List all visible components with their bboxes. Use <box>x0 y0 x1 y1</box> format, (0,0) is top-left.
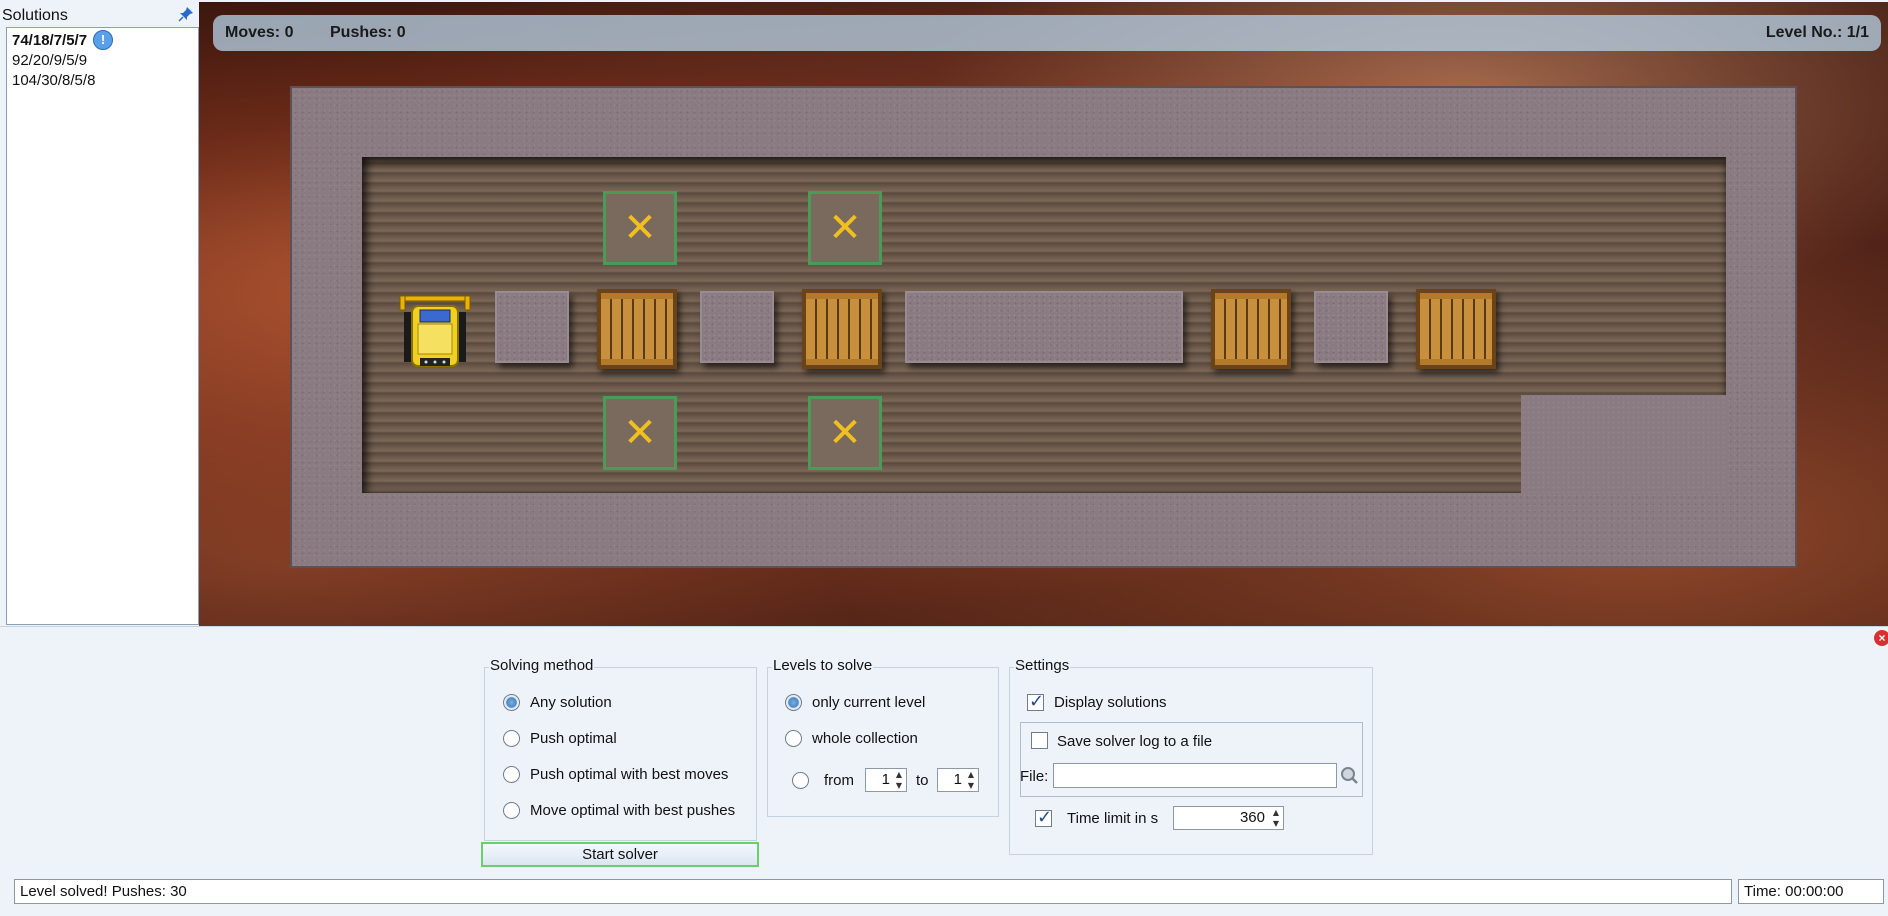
hud-bar: Moves: 0 Pushes: 0 Level No.: 1/1 <box>213 15 1881 51</box>
file-label: File: <box>1020 768 1049 785</box>
spinner-arrows-icon[interactable]: ▲ ▼ <box>893 769 905 791</box>
solution-item[interactable]: 104/30/8/5/8 <box>12 72 95 89</box>
file-path-input[interactable] <box>1053 763 1337 788</box>
goal-square: ✕ <box>808 191 882 265</box>
pushes-counter: Pushes: 0 <box>330 24 406 41</box>
crate <box>1211 289 1291 369</box>
radio-label: Any solution <box>530 694 612 711</box>
goal-x-icon: ✕ <box>828 205 862 251</box>
elapsed-time: Time: 00:00:00 <box>1738 879 1884 904</box>
radio-push-optimal[interactable] <box>503 730 520 747</box>
start-solver-button[interactable]: Start solver <box>481 842 759 867</box>
radio-push-optimal-best-moves[interactable] <box>503 766 520 783</box>
spinner-arrows-icon[interactable]: ▲ ▼ <box>1270 807 1282 829</box>
to-level-value: 1 <box>953 771 962 788</box>
check-icon: ✓ <box>1036 807 1053 828</box>
radio-label: Push optimal with best moves <box>530 766 729 783</box>
time-limit-spinner[interactable]: 360 ▲ ▼ <box>1173 806 1284 830</box>
radio-only-current-level[interactable] <box>785 694 802 711</box>
radio-move-optimal-best-pushes[interactable] <box>503 802 520 819</box>
checkbox-label: Save solver log to a file <box>1057 733 1213 750</box>
spinner-arrows-icon[interactable]: ▲ ▼ <box>965 769 977 791</box>
radio-label: Move optimal with best pushes <box>530 802 736 819</box>
radio-label: Push optimal <box>530 730 617 747</box>
moves-counter: Moves: 0 <box>225 24 294 41</box>
wall-block <box>495 291 569 363</box>
level-number: Level No.: 1/1 <box>1765 24 1869 41</box>
goal-x-icon: ✕ <box>623 205 657 251</box>
crate <box>1416 289 1496 369</box>
solution-item[interactable]: 74/18/7/5/7 <box>12 32 87 49</box>
time-limit-value: 360 <box>1239 809 1265 826</box>
goal-square: ✕ <box>603 191 677 265</box>
save-log-checkbox[interactable] <box>1031 732 1048 749</box>
wall-block <box>700 291 774 363</box>
radio-label: only current level <box>812 694 926 711</box>
display-solutions-checkbox[interactable]: ✓ <box>1027 691 1045 712</box>
status-message: Level solved! Pushes: 30 <box>14 879 1732 904</box>
wall-block <box>905 291 1183 363</box>
from-level-value: 1 <box>881 771 890 788</box>
checkbox-label: Time limit in s <box>1067 810 1159 827</box>
wall-block <box>1314 291 1388 363</box>
browse-search-icon[interactable] <box>1340 766 1358 784</box>
pin-icon[interactable] <box>178 6 194 22</box>
solutions-title: Solutions <box>2 7 68 24</box>
to-level-spinner[interactable]: 1 ▲ ▼ <box>937 768 979 792</box>
info-icon: ! <box>93 30 113 50</box>
solution-item[interactable]: 92/20/9/5/9 <box>12 52 87 69</box>
goal-x-icon: ✕ <box>623 410 657 456</box>
settings-title: Settings <box>1014 657 1071 674</box>
solving-method-title: Solving method <box>489 657 595 674</box>
radio-whole-collection[interactable] <box>785 730 802 747</box>
player-bulldozer-icon <box>399 295 471 367</box>
time-limit-checkbox[interactable]: ✓ <box>1035 807 1053 828</box>
radio-any-solution[interactable] <box>503 694 520 711</box>
from-label: from <box>824 772 854 789</box>
goal-square: ✕ <box>603 396 677 470</box>
radio-label: whole collection <box>812 730 918 747</box>
checkbox-label: Display solutions <box>1054 694 1167 711</box>
radio-from-to-range[interactable] <box>792 772 809 789</box>
close-icon[interactable]: × <box>1874 630 1888 646</box>
goal-square: ✕ <box>808 396 882 470</box>
levels-to-solve-title: Levels to solve <box>772 657 874 674</box>
to-label: to <box>916 772 929 789</box>
from-level-spinner[interactable]: 1 ▲ ▼ <box>865 768 907 792</box>
solutions-list[interactable]: 74/18/7/5/7 ! 92/20/9/5/9 104/30/8/5/8 <box>6 27 199 625</box>
crate <box>802 289 882 369</box>
check-icon: ✓ <box>1028 691 1045 712</box>
wall-corner <box>1521 395 1726 493</box>
crate <box>597 289 677 369</box>
goal-x-icon: ✕ <box>828 410 862 456</box>
